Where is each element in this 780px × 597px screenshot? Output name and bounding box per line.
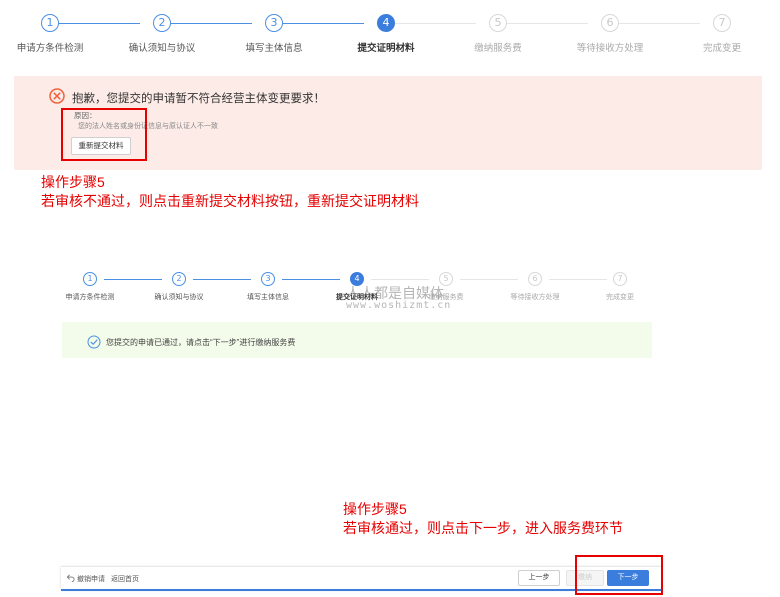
step-note-text: 若审核不通过，则点击重新提交材料按钮，重新提交证明材料 — [41, 193, 419, 209]
step-connector — [549, 279, 607, 280]
step-3-label: 填写主体信息 — [247, 294, 289, 301]
step-note-title: 操作步骤5 — [41, 174, 105, 190]
step-2-label: 确认须知与协议 — [154, 294, 204, 301]
step-connector — [104, 279, 162, 280]
step-1-label: 申请方条件检测 — [65, 294, 115, 301]
step-note-text: 若审核通过，则点击下一步，进入服务费环节 — [343, 520, 623, 536]
step-connector — [59, 23, 140, 24]
step-3-indicator: 3 — [261, 272, 275, 286]
watermark-url: www.woshizmt.cn — [346, 300, 452, 311]
step-connector — [282, 279, 340, 280]
step-connector — [283, 23, 364, 24]
step-7-indicator: 7 — [713, 14, 731, 32]
step-connector — [619, 23, 700, 24]
step-connector — [193, 279, 251, 280]
step-1-label: 申请方条件检测 — [16, 43, 84, 54]
step-5-indicator: 5 — [489, 14, 507, 32]
step-4-label: 提交证明材料 — [357, 43, 415, 54]
step-connector — [395, 23, 476, 24]
step-note-title: 操作步骤5 — [343, 501, 407, 517]
step-connector — [460, 279, 518, 280]
close-circle-icon — [49, 88, 65, 104]
step-6-label: 等待接收方处理 — [510, 294, 560, 301]
highlight-box — [61, 108, 147, 161]
step-6-label: 等待接收方处理 — [576, 43, 644, 54]
step-2-indicator: 2 — [172, 272, 186, 286]
back-arrow-icon — [66, 574, 75, 582]
step-3-indicator: 3 — [265, 14, 283, 32]
step-1-indicator: 1 — [41, 14, 59, 32]
cancel-application-link[interactable]: 撤销申请 — [77, 574, 105, 584]
previous-step-button[interactable]: 上一步 — [518, 570, 560, 586]
footer-accent-line — [61, 589, 661, 591]
step-7-label: 完成变更 — [606, 294, 634, 301]
step-3-label: 填写主体信息 — [245, 43, 303, 54]
step-7-indicator: 7 — [613, 272, 627, 286]
step-1-indicator: 1 — [83, 272, 97, 286]
error-title: 抱歉，您提交的申请暂不符合经营主体变更要求！ — [72, 93, 325, 105]
step-connector — [171, 23, 252, 24]
step-4-indicator: 4 — [377, 14, 395, 32]
step-5-label: 缴纳服务费 — [474, 43, 522, 54]
step-6-indicator: 6 — [528, 272, 542, 286]
step-connector — [507, 23, 588, 24]
step-2-indicator: 2 — [153, 14, 171, 32]
back-to-home-link[interactable]: 返回首页 — [111, 574, 139, 584]
success-message: 您提交的申请已通过，请点击“下一步”进行缴纳服务费 — [106, 338, 296, 347]
step-connector — [371, 279, 429, 280]
check-circle-icon — [87, 335, 101, 349]
step-2-label: 确认须知与协议 — [128, 43, 196, 54]
step-6-indicator: 6 — [601, 14, 619, 32]
highlight-box — [575, 555, 663, 595]
step-7-label: 完成变更 — [702, 43, 741, 54]
